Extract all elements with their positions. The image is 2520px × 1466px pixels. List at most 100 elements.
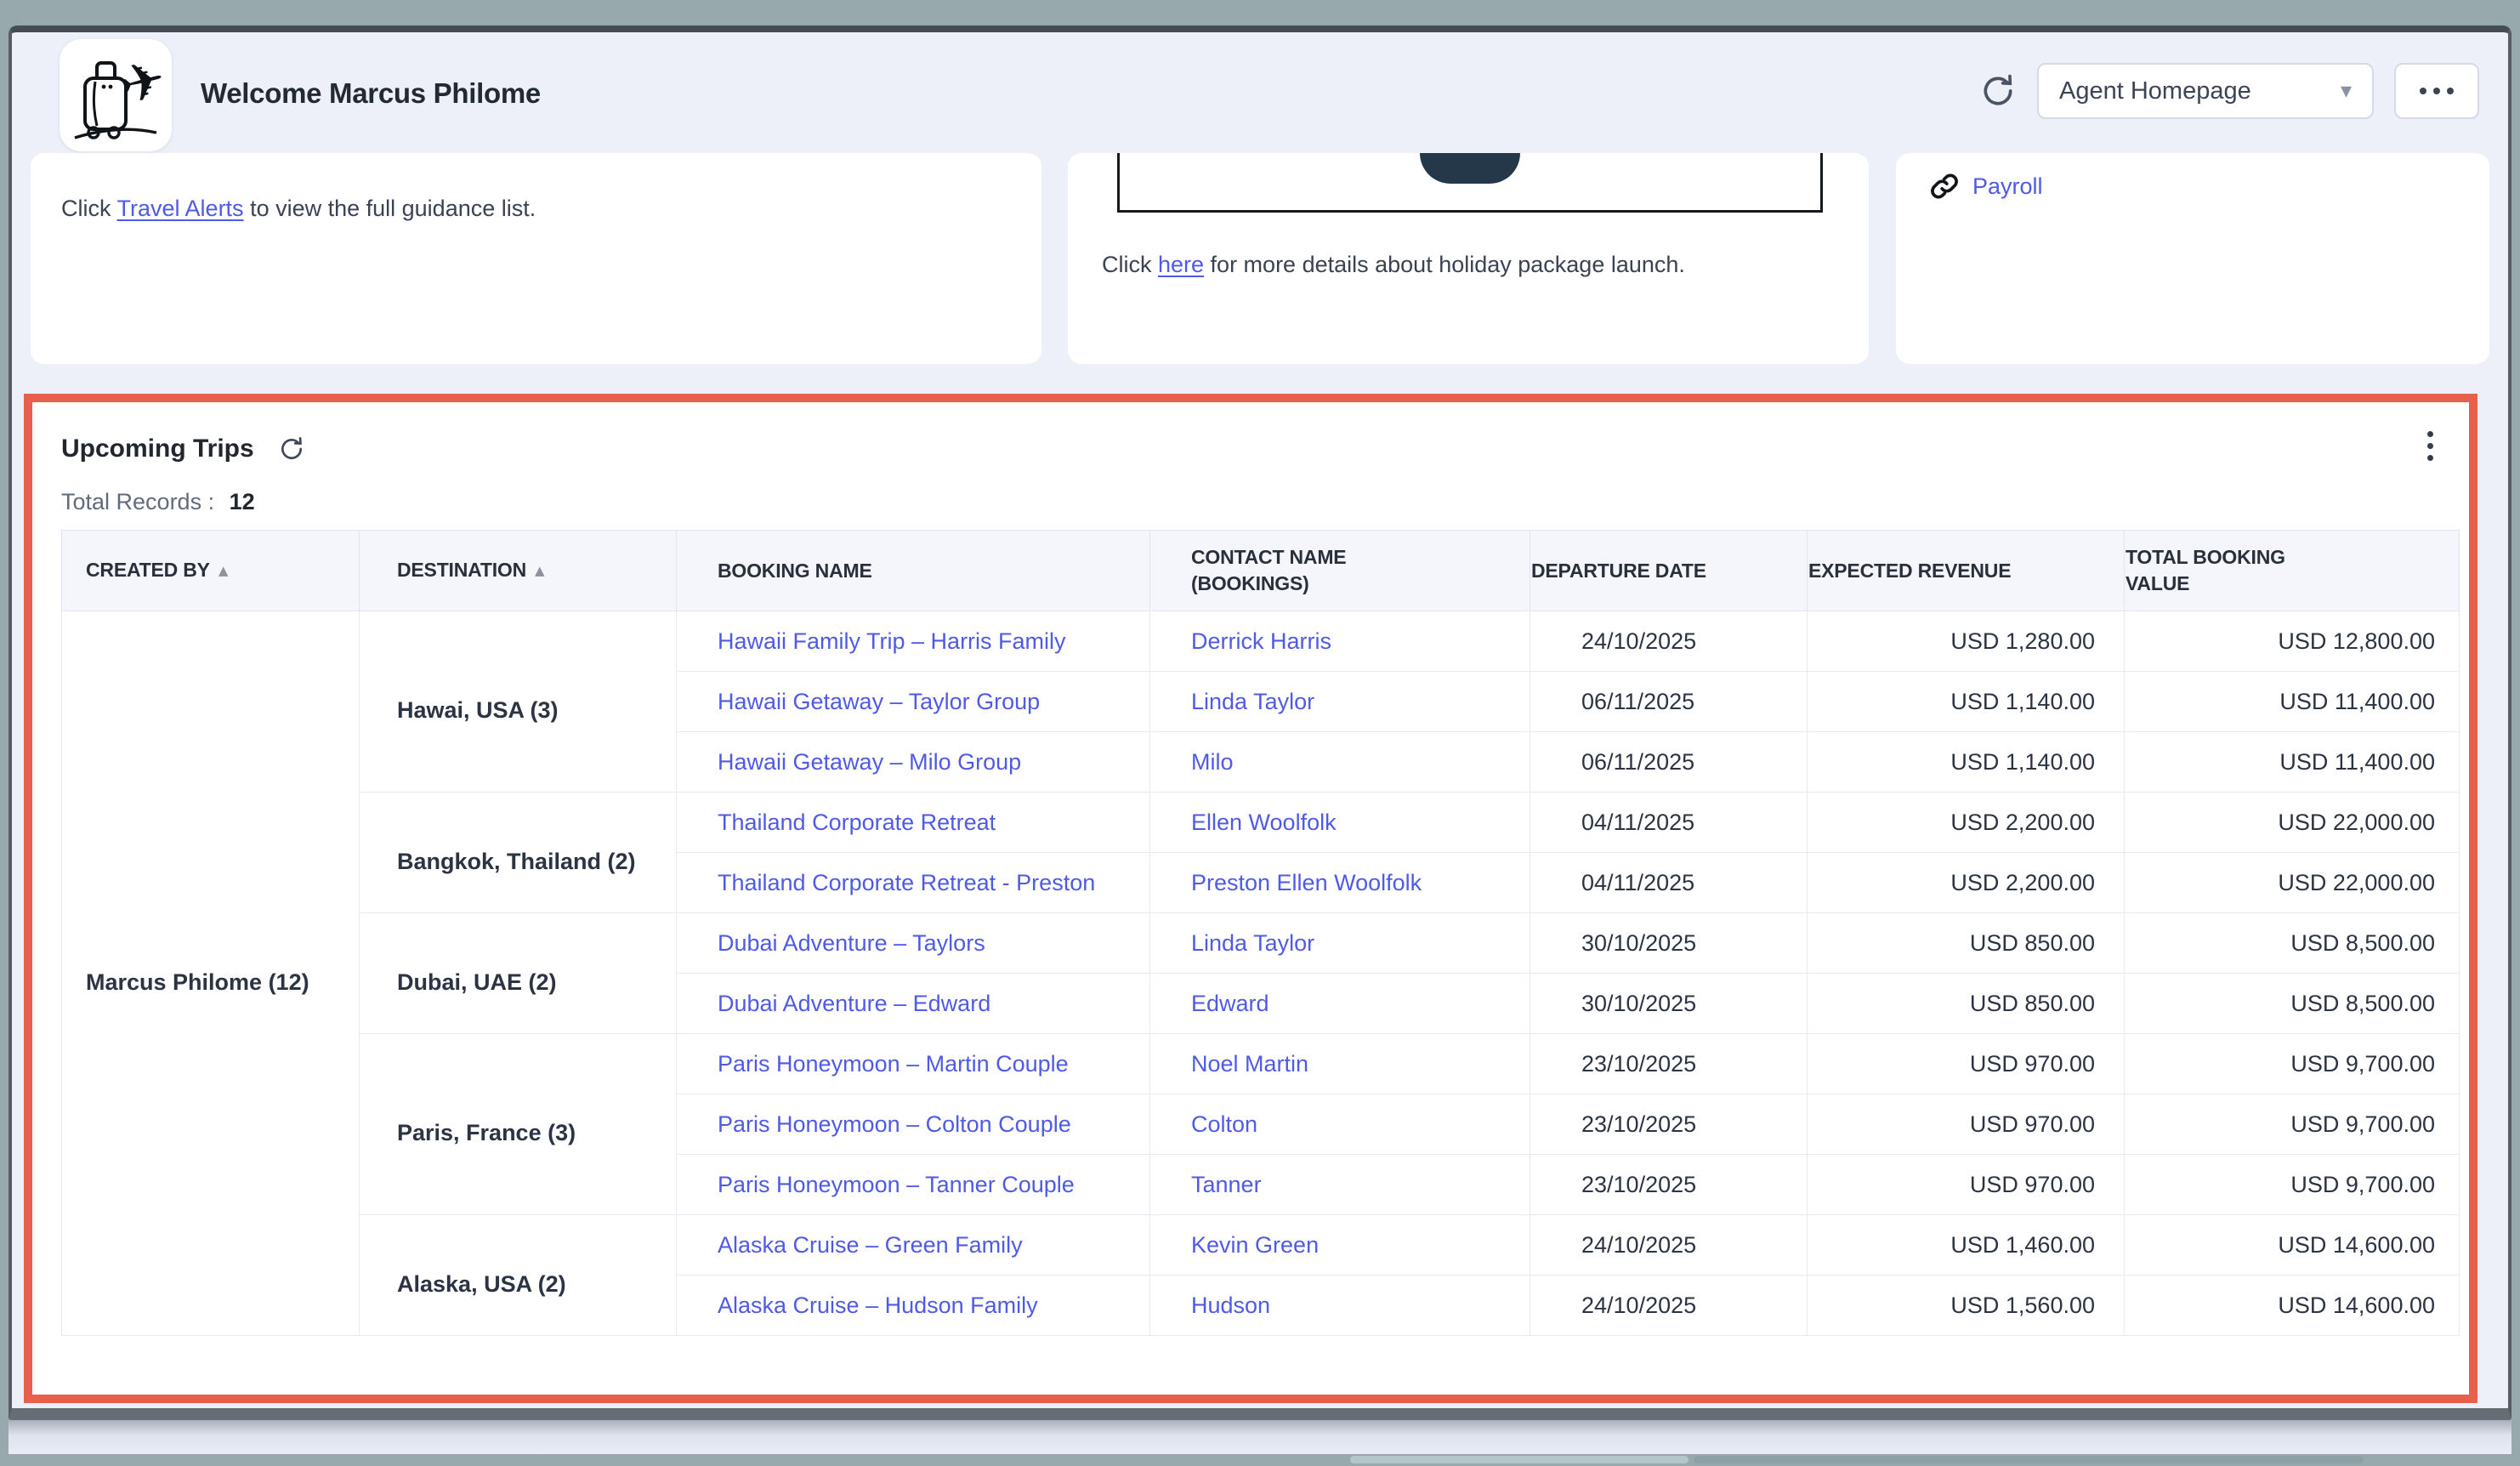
holiday-details-link[interactable]: here [1158,252,1204,277]
departure-date-cell: 06/11/2025 [1530,672,1808,732]
booking-link[interactable]: Paris Honeymoon – Martin Couple [718,1051,1069,1077]
booking-link[interactable]: Hawaii Getaway – Taylor Group [718,689,1040,714]
contact-link[interactable]: Preston Ellen Woolfolk [1191,870,1422,895]
contact-name-cell: Milo [1150,732,1530,793]
contact-link[interactable]: Milo [1191,749,1234,775]
contact-link[interactable]: Ellen Woolfolk [1191,810,1337,835]
booking-name-cell: Alaska Cruise – Hudson Family [677,1276,1150,1336]
expected-revenue-cell: USD 970.00 [1808,1034,2125,1094]
destination-group-cell: Paris, France (3) [360,1034,677,1215]
table-row: Marcus Philome (12) Hawai, USA (3) Hawai… [62,611,2460,672]
contact-name-cell: Linda Taylor [1150,672,1530,732]
travel-agency-logo: ✈ [60,39,172,151]
column-header-created-by[interactable]: CREATED BY▲ [62,531,360,611]
contact-link[interactable]: Tanner [1191,1172,1262,1197]
departure-date-cell: 24/10/2025 [1530,611,1808,672]
booking-name-cell: Alaska Cruise – Green Family [677,1215,1150,1276]
expected-revenue-cell: USD 1,460.00 [1808,1215,2125,1276]
payroll-link[interactable]: Payroll [1972,173,2043,200]
contact-name-cell: Linda Taylor [1150,913,1530,974]
booking-link[interactable]: Hawaii Family Trip – Harris Family [718,628,1066,654]
departure-date-cell: 23/10/2025 [1530,1094,1808,1155]
contact-link[interactable]: Colton [1191,1111,1257,1137]
booking-name-cell: Hawaii Family Trip – Harris Family [677,611,1150,672]
contact-name-cell: Preston Ellen Woolfolk [1150,853,1530,913]
guidance-text: Click Travel Alerts to view the full gui… [61,196,536,222]
refresh-icon[interactable] [278,435,305,463]
contact-link[interactable]: Edward [1191,991,1269,1016]
booking-name-cell: Thailand Corporate Retreat [677,793,1150,853]
expected-revenue-cell: USD 2,200.00 [1808,853,2125,913]
total-records-value: 12 [230,489,255,514]
payroll-row: Payroll [1930,172,2043,201]
column-header-expected-revenue[interactable]: EXPECTED REVENUE [1808,531,2125,611]
chevron-down-icon: ▾ [2341,78,2352,104]
booking-link[interactable]: Dubai Adventure – Edward [718,991,990,1016]
expected-revenue-cell: USD 1,280.00 [1808,611,2125,672]
booking-link[interactable]: Thailand Corporate Retreat - Preston [718,870,1095,895]
total-booking-value-cell: USD 22,000.00 [2125,793,2460,853]
more-options-button[interactable] [2394,63,2479,119]
expected-revenue-cell: USD 850.00 [1808,913,2125,974]
column-header-contact-name[interactable]: CONTACT NAME(BOOKINGS) [1150,531,1530,611]
departure-date-cell: 04/11/2025 [1530,853,1808,913]
departure-date-cell: 23/10/2025 [1530,1155,1808,1215]
horizontal-scrollbar-thumb[interactable] [1350,1456,1689,1463]
expected-revenue-cell: USD 970.00 [1808,1094,2125,1155]
travel-alerts-link[interactable]: Travel Alerts [117,196,244,221]
total-booking-value-cell: USD 9,700.00 [2125,1155,2460,1215]
departure-date-cell: 06/11/2025 [1530,732,1808,793]
desktop: { "header": { "title": "Welcome Marcus P… [0,0,2520,1466]
holiday-package-image [1117,153,1823,213]
window-bottom-shadow [9,1420,2511,1454]
booking-link[interactable]: Paris Honeymoon – Colton Couple [718,1111,1071,1137]
contact-link[interactable]: Linda Taylor [1191,930,1314,956]
contact-name-cell: Noel Martin [1150,1034,1530,1094]
contact-link[interactable]: Kevin Green [1191,1232,1319,1258]
homepage-selector[interactable]: Agent Homepage ▾ [2037,63,2374,119]
booking-link[interactable]: Paris Honeymoon – Tanner Couple [718,1172,1075,1197]
travel-guidance-card: Click Travel Alerts to view the full gui… [31,153,1041,364]
departure-date-cell: 24/10/2025 [1530,1276,1808,1336]
total-booking-value-cell: USD 9,700.00 [2125,1034,2460,1094]
total-booking-value-cell: USD 14,600.00 [2125,1276,2460,1336]
departure-date-cell: 24/10/2025 [1530,1215,1808,1276]
booking-name-cell: Paris Honeymoon – Tanner Couple [677,1155,1150,1215]
booking-link[interactable]: Dubai Adventure – Taylors [718,930,985,956]
contact-link[interactable]: Noel Martin [1191,1051,1308,1077]
panel-title: Upcoming Trips [61,435,254,463]
refresh-icon[interactable] [1979,72,2017,110]
holiday-package-card: Click here for more details about holida… [1068,153,1869,364]
total-records: Total Records : 12 [61,489,255,515]
contact-link[interactable]: Derrick Harris [1191,628,1331,654]
contact-link[interactable]: Linda Taylor [1191,689,1314,714]
contact-link[interactable]: Hudson [1191,1293,1270,1318]
sort-asc-icon: ▲ [219,563,228,578]
total-booking-value-cell: USD 8,500.00 [2125,974,2460,1034]
booking-name-cell: Hawaii Getaway – Milo Group [677,732,1150,793]
total-booking-value-cell: USD 8,500.00 [2125,913,2460,974]
booking-link[interactable]: Alaska Cruise – Green Family [718,1232,1023,1258]
upcoming-trips-panel: Upcoming Trips Total Records : 12 [24,394,2477,1403]
column-header-destination[interactable]: DESTINATION▲ [360,531,677,611]
table-header-row: CREATED BY▲ DESTINATION▲ BOOKING NAME CO… [62,531,2460,611]
header-controls: Agent Homepage ▾ [1979,63,2479,119]
column-header-booking-name[interactable]: BOOKING NAME [677,531,1150,611]
booking-link[interactable]: Thailand Corporate Retreat [718,810,996,835]
table-row: Bangkok, Thailand (2) Thailand Corporate… [62,793,2460,853]
expected-revenue-cell: USD 1,140.00 [1808,672,2125,732]
expected-revenue-cell: USD 1,560.00 [1808,1276,2125,1336]
column-header-departure-date[interactable]: DEPARTURE DATE [1530,531,1808,611]
booking-name-cell: Hawaii Getaway – Taylor Group [677,672,1150,732]
booking-link[interactable]: Alaska Cruise – Hudson Family [718,1293,1038,1318]
panel-menu-icon[interactable] [2422,426,2438,466]
total-booking-value-cell: USD 9,700.00 [2125,1094,2460,1155]
table-row: Dubai, UAE (2) Dubai Adventure – Taylors… [62,913,2460,974]
contact-name-cell: Edward [1150,974,1530,1034]
booking-name-cell: Paris Honeymoon – Martin Couple [677,1034,1150,1094]
destination-group-cell: Hawai, USA (3) [360,611,677,793]
booking-link[interactable]: Hawaii Getaway – Milo Group [718,749,1021,775]
total-booking-value-cell: USD 22,000.00 [2125,853,2460,913]
column-header-total-booking-value[interactable]: TOTAL BOOKINGVALUE [2125,531,2460,611]
total-records-label: Total Records : [61,489,214,514]
